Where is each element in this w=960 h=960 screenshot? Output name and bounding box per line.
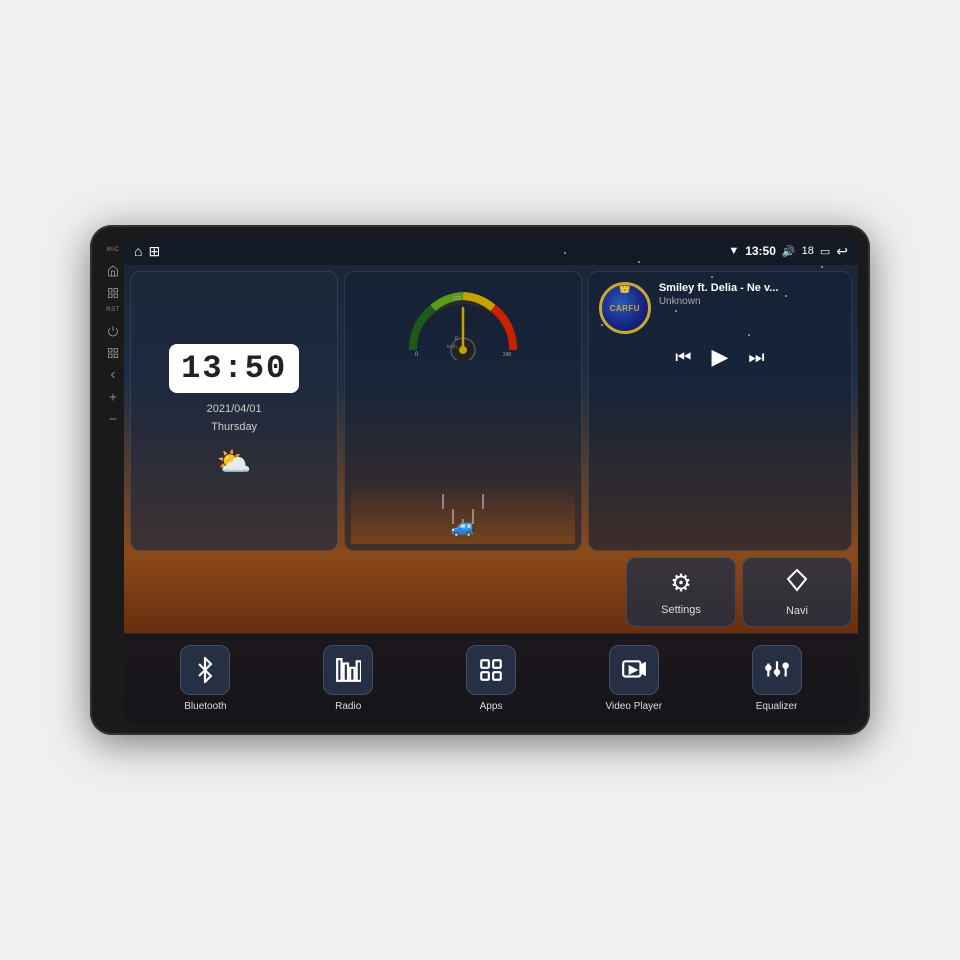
radio-icon <box>323 645 373 695</box>
equalizer-label: Equalizer <box>756 701 798 712</box>
weather-icon: ⛅ <box>217 445 252 478</box>
status-time: 13:50 <box>745 244 776 258</box>
bluetooth-icon <box>180 645 230 695</box>
road-scene: 🚙 <box>351 474 575 544</box>
speedometer-widget: 0 120 240 0 km/h <box>344 271 582 551</box>
wifi-icon: ▼ <box>728 245 739 257</box>
apps-button[interactable]: Apps <box>420 645 563 712</box>
music-top: CARFU 👑 Smiley ft. Delia - Ne v... Unkno… <box>599 282 841 334</box>
svg-text:120: 120 <box>453 296 462 302</box>
window-icon: ▭ <box>820 245 830 258</box>
vol-down-button[interactable] <box>105 411 121 427</box>
clock-date-line2: Thursday <box>211 421 257 433</box>
clock-time-display: 13:50 <box>169 344 299 393</box>
album-art-label: CARFU <box>610 304 641 313</box>
video-label: Video Player <box>606 701 663 712</box>
action-buttons-row: ⚙ Settings Navi <box>130 557 852 627</box>
clock-date: 2021/04/01 Thursday <box>207 401 262 436</box>
navi-label: Navi <box>786 605 808 617</box>
clock-date-line1: 2021/04/01 <box>207 403 262 415</box>
navi-icon <box>785 568 809 599</box>
svg-text:0: 0 <box>455 336 458 342</box>
music-artist: Unknown <box>659 296 841 307</box>
play-button[interactable]: ▶ <box>711 344 728 370</box>
mic-label: MIC <box>107 247 120 253</box>
speedometer-svg: 0 120 240 0 km/h <box>403 280 523 360</box>
next-button[interactable]: ⏭ <box>748 347 764 368</box>
music-controls: ⏮ ▶ ⏭ <box>599 344 841 370</box>
radio-label: Radio <box>335 701 361 712</box>
bottom-bar: Bluetooth Radio <box>124 633 858 723</box>
power-side-button[interactable] <box>105 323 121 339</box>
settings-icon: ⚙ <box>670 569 692 598</box>
vol-up-button[interactable] <box>105 389 121 405</box>
radio-button[interactable]: Radio <box>277 645 420 712</box>
car-icon: 🚙 <box>451 514 476 539</box>
navi-button[interactable]: Navi <box>742 557 852 627</box>
svg-text:240: 240 <box>503 352 512 358</box>
video-icon <box>609 645 659 695</box>
music-widget: CARFU 👑 Smiley ft. Delia - Ne v... Unkno… <box>588 271 852 551</box>
video-player-button[interactable]: Video Player <box>562 645 705 712</box>
top-widgets-row: 13:50 2021/04/01 Thursday ⛅ <box>130 271 852 551</box>
music-title: Smiley ft. Delia - Ne v... <box>659 282 841 294</box>
bluetooth-button[interactable]: Bluetooth <box>134 645 277 712</box>
volume-icon: 🔊 <box>782 245 796 258</box>
apps-label: Apps <box>480 701 503 712</box>
side-button-panel: MIC RST <box>102 237 124 723</box>
status-home-icon[interactable]: ⌂ <box>134 243 142 259</box>
status-bar: ⌂ ⊞ ▼ 13:50 🔊 18 ▭ ↩ <box>124 237 858 265</box>
equalizer-button[interactable]: Equalizer <box>705 645 848 712</box>
home-side-button[interactable] <box>105 263 121 279</box>
status-apps-icon[interactable]: ⊞ <box>148 243 160 260</box>
back-nav-icon[interactable]: ↩ <box>836 243 848 260</box>
apps-side-button[interactable] <box>105 285 121 301</box>
settings-button[interactable]: ⚙ Settings <box>626 557 736 627</box>
volume-level: 18 <box>802 245 814 257</box>
svg-text:km/h: km/h <box>447 344 457 349</box>
music-info: Smiley ft. Delia - Ne v... Unknown <box>659 282 841 307</box>
apps-icon <box>466 645 516 695</box>
main-content-area: 13:50 2021/04/01 Thursday ⛅ <box>124 265 858 633</box>
svg-text:0: 0 <box>415 352 419 358</box>
car-head-unit: MIC RST <box>90 225 870 735</box>
album-art: CARFU 👑 <box>599 282 651 334</box>
back-side-button[interactable] <box>105 367 121 383</box>
main-screen: ⌂ ⊞ ▼ 13:50 🔊 18 ▭ ↩ 13:50 <box>124 237 858 723</box>
settings-label: Settings <box>661 604 701 616</box>
equalizer-icon <box>752 645 802 695</box>
menu-side-button[interactable] <box>105 345 121 361</box>
bluetooth-label: Bluetooth <box>184 701 226 712</box>
rst-label: RST <box>106 307 120 313</box>
prev-button[interactable]: ⏮ <box>675 347 691 368</box>
clock-widget: 13:50 2021/04/01 Thursday ⛅ <box>130 271 338 551</box>
